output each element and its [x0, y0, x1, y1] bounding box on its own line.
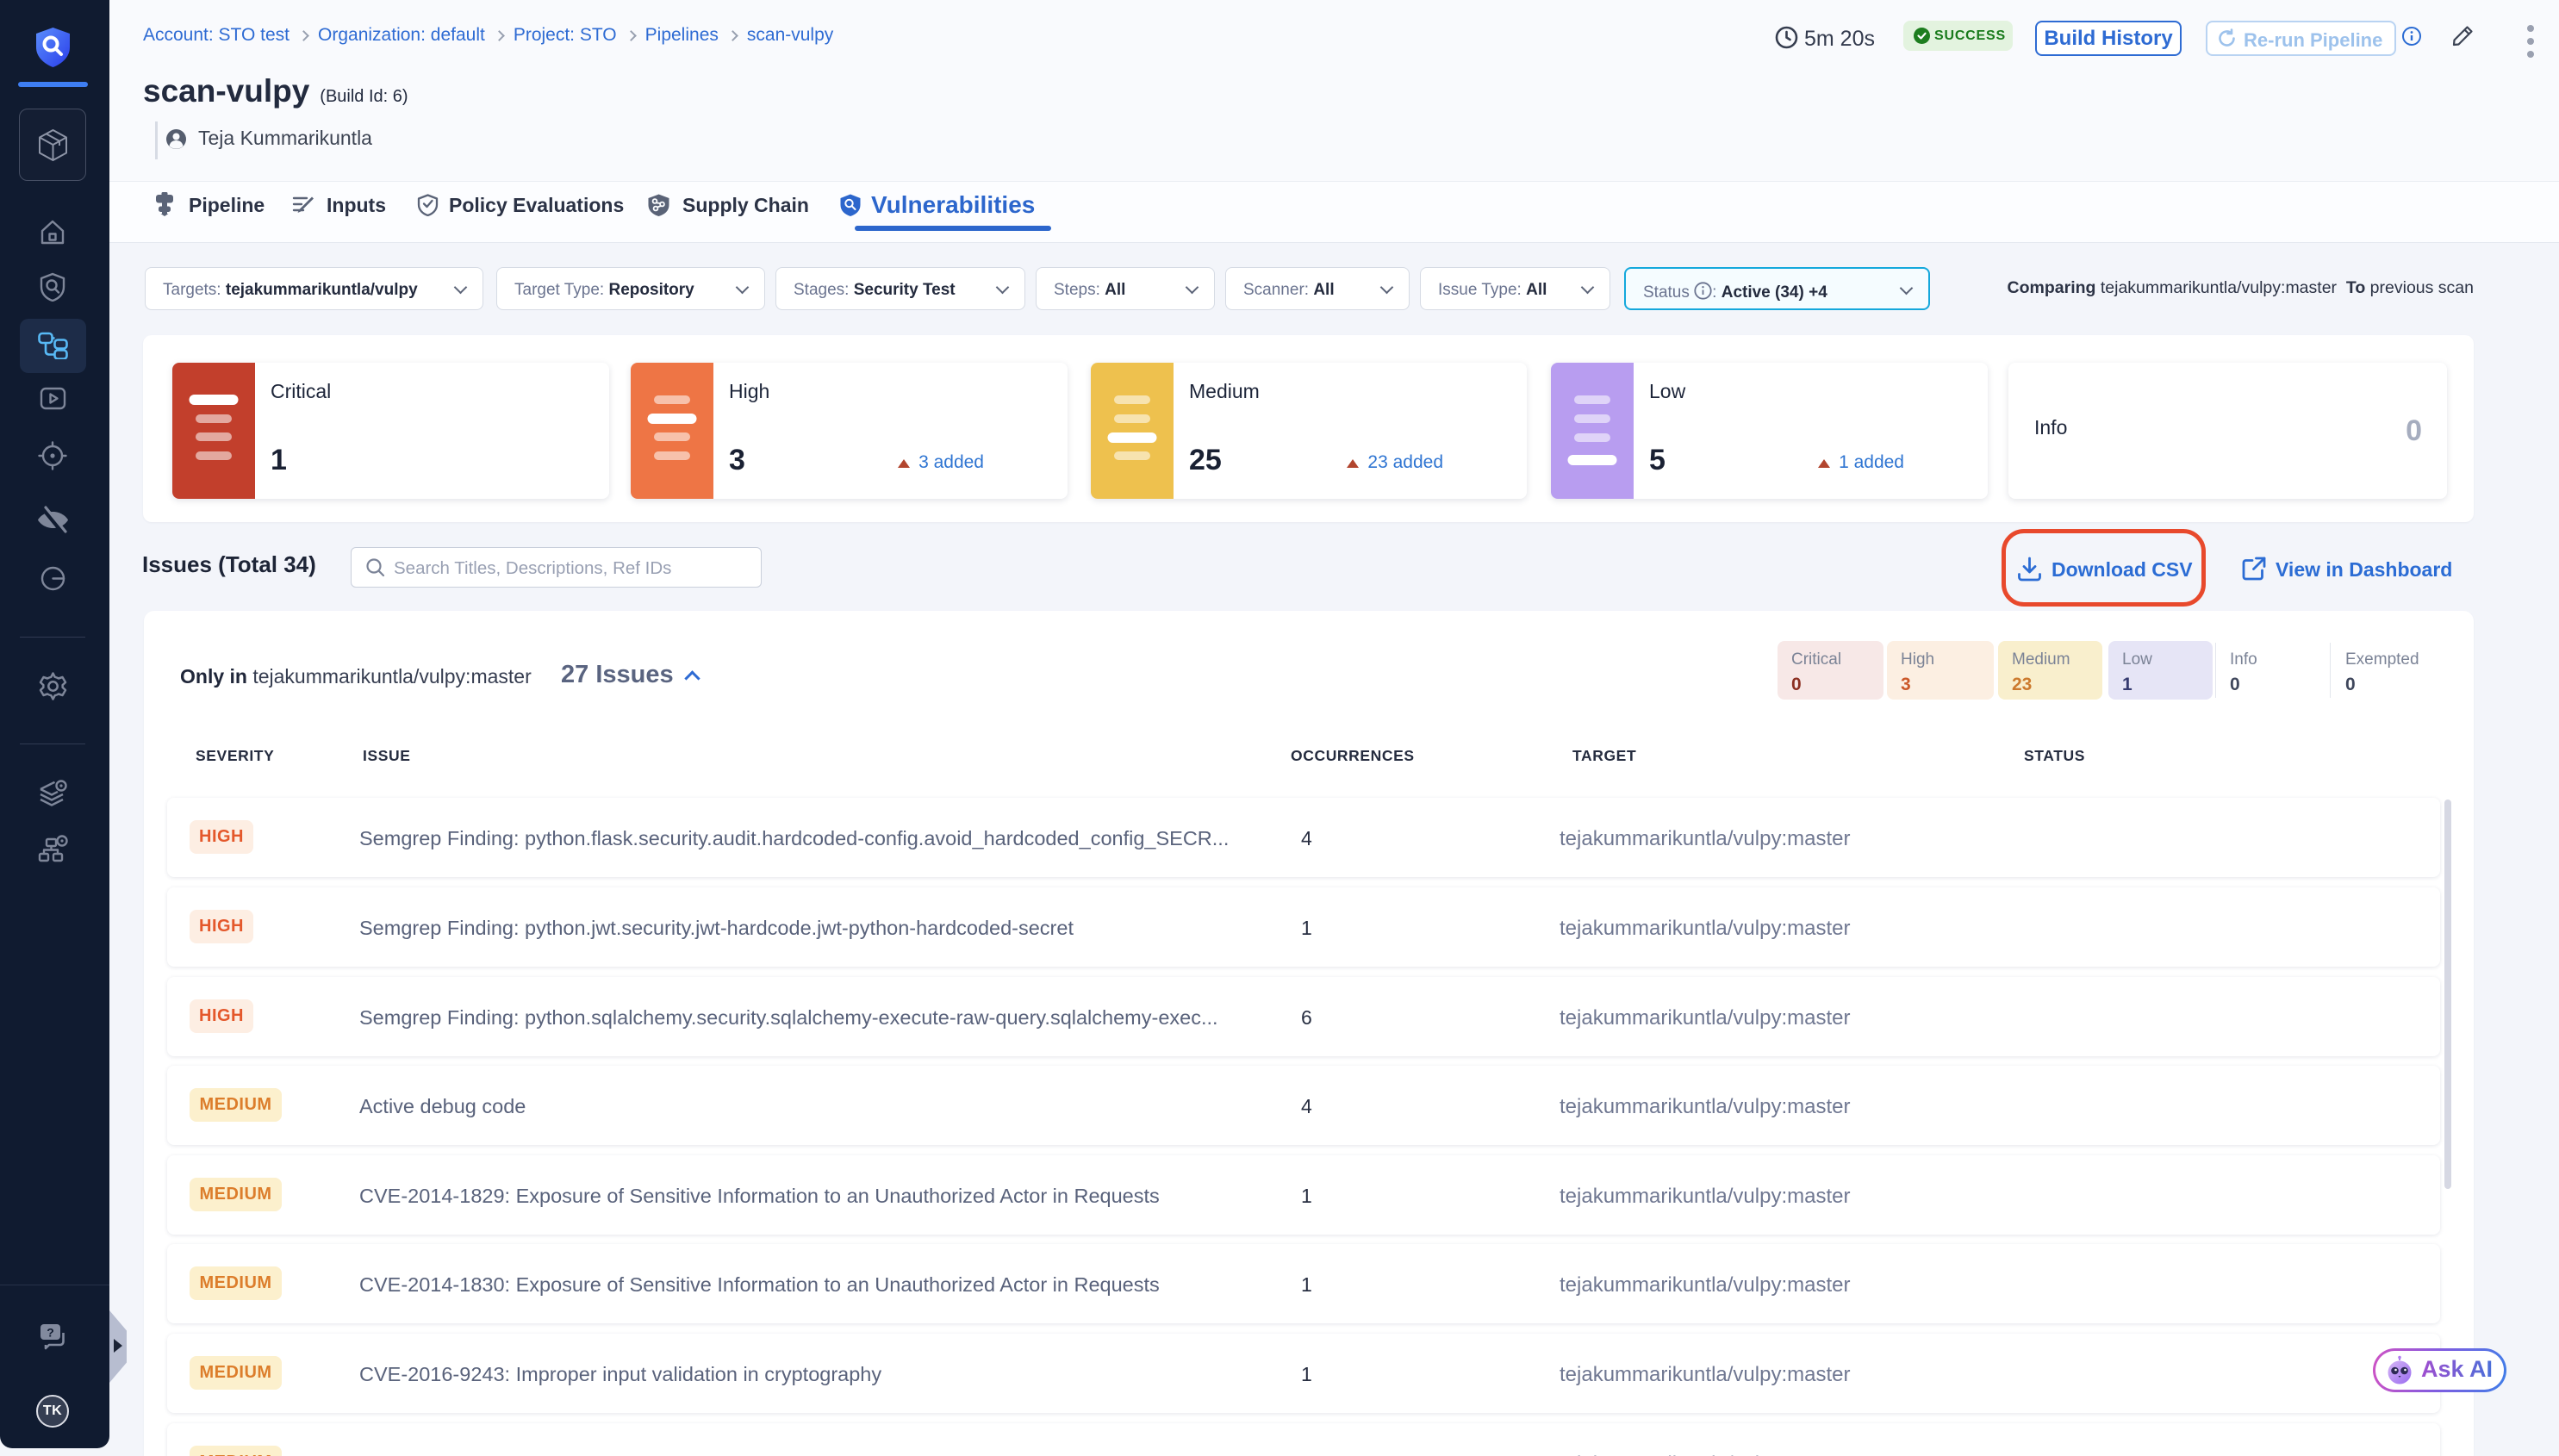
svg-text:?: ? [47, 1326, 54, 1340]
